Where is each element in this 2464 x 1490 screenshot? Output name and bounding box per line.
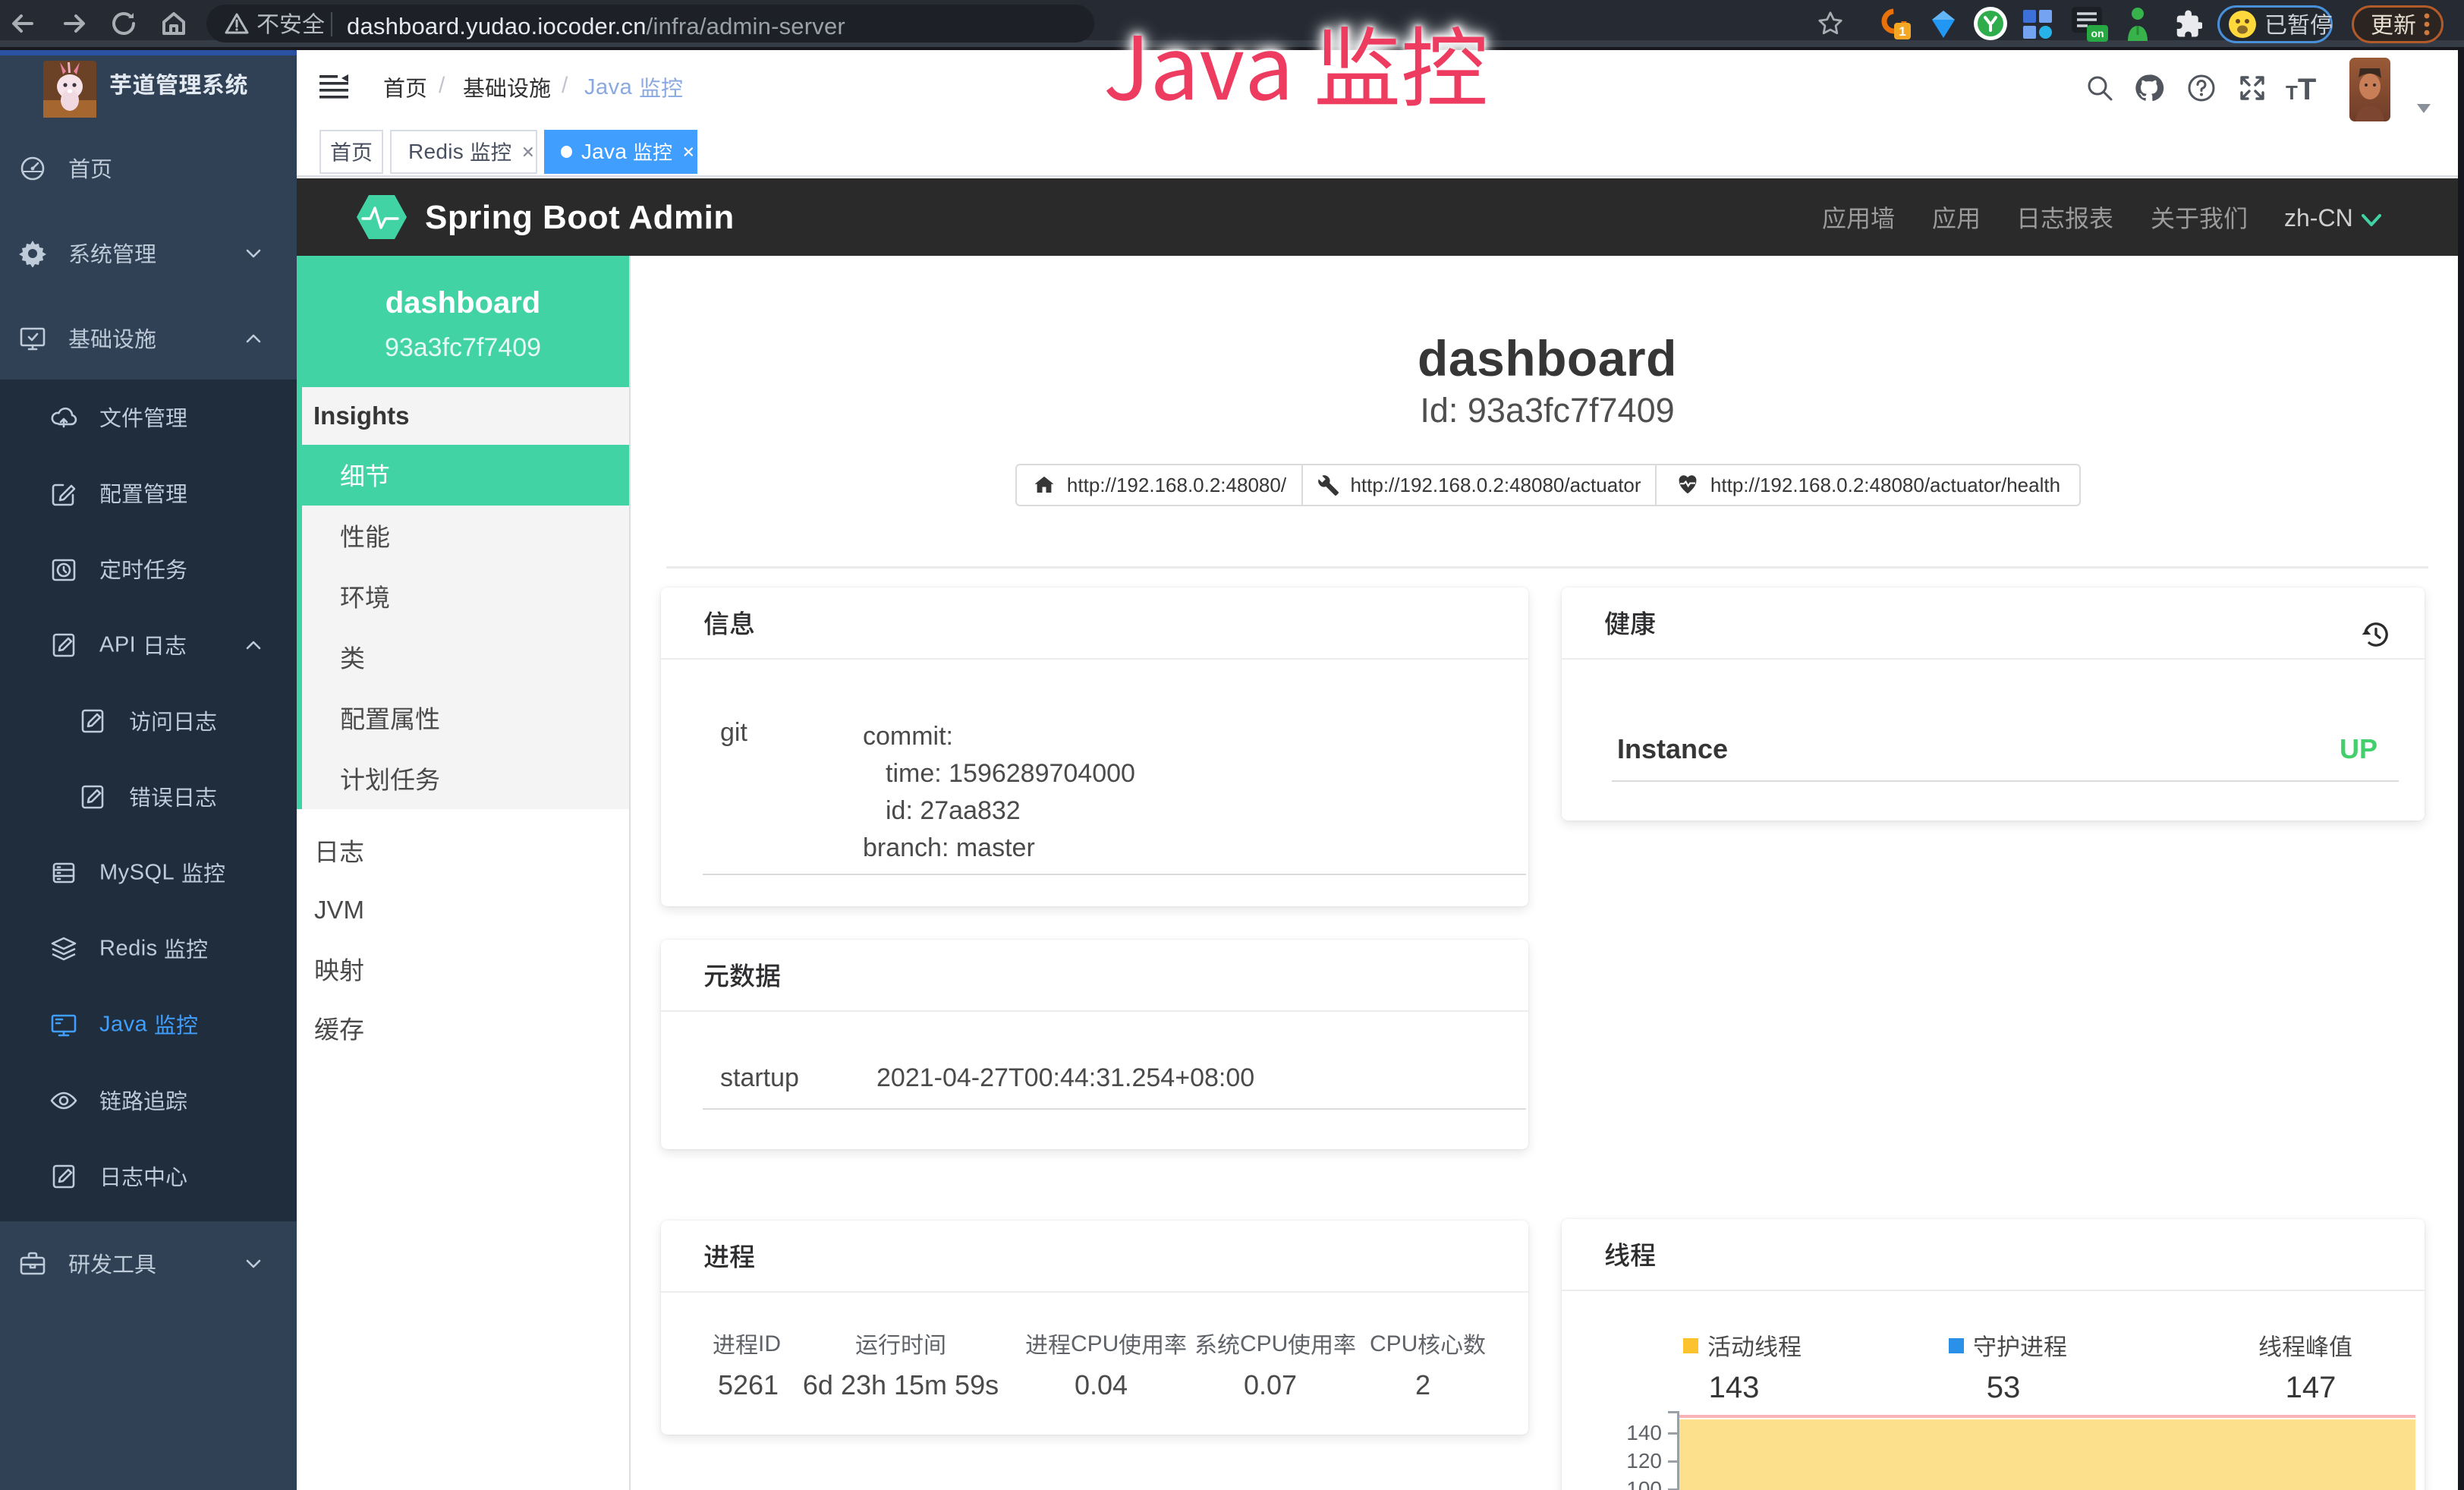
svg-text:1: 1 [1899, 24, 1905, 39]
svg-text:on: on [2091, 27, 2104, 39]
